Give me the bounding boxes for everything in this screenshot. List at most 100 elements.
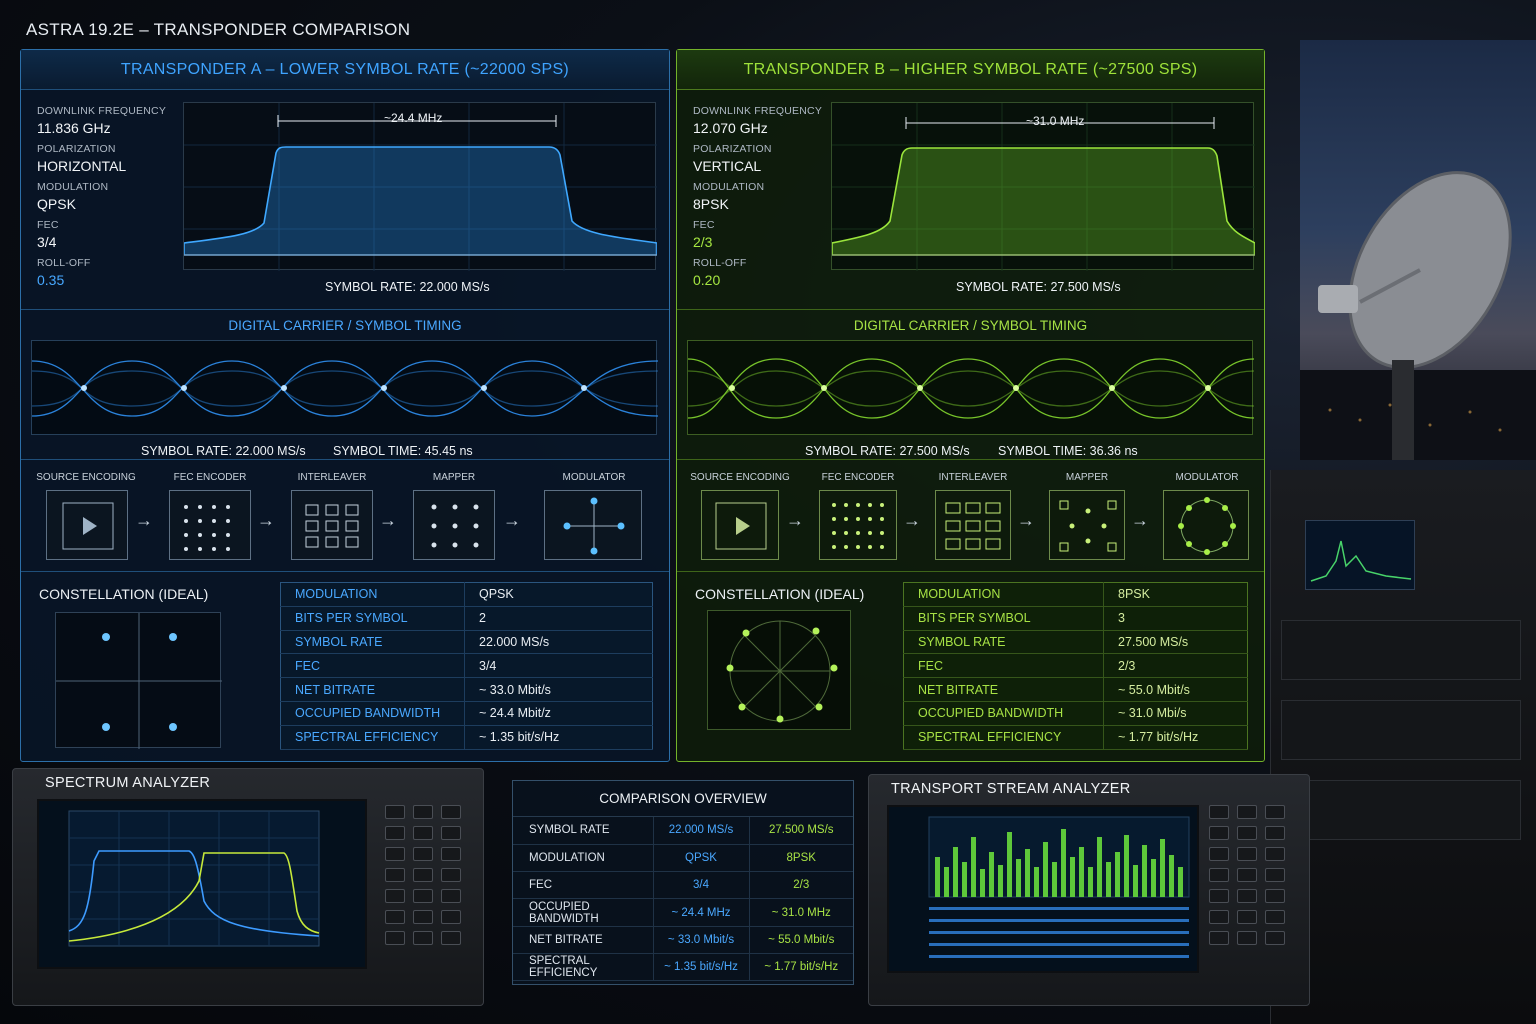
- param-value: 3: [1103, 606, 1248, 631]
- modulator-block: [544, 490, 642, 560]
- keypad-key[interactable]: [1265, 805, 1285, 819]
- bit-grid-icon: [832, 503, 884, 549]
- compare-value-b: ~ 55.0 Mbit/s: [749, 926, 853, 954]
- param-value: ~ 55.0 Mbit/s: [1103, 677, 1248, 702]
- bandwidth-label: ~24.4 MHz: [384, 111, 443, 125]
- keypad-key[interactable]: [385, 826, 405, 840]
- transponder-b-timing-section: DIGITAL CARRIER / SYMBOL TIMING SYMBOL R…: [677, 310, 1264, 460]
- keypad-key[interactable]: [1209, 910, 1229, 924]
- keypad-key[interactable]: [1237, 868, 1257, 882]
- chain-label-modulator: MODULATOR: [1175, 472, 1239, 483]
- chain-arrow-icon: →: [135, 510, 153, 530]
- keypad-key[interactable]: [385, 868, 405, 882]
- keypad-key[interactable]: [1265, 847, 1285, 861]
- spec-label: DOWNLINK FREQUENCY: [693, 105, 823, 117]
- keypad-key[interactable]: [1265, 826, 1285, 840]
- keypad-key[interactable]: [441, 826, 461, 840]
- spectrum-trace-icon: [831, 103, 1256, 271]
- keypad-key[interactable]: [1209, 889, 1229, 903]
- timing-title: DIGITAL CARRIER / SYMBOL TIMING: [228, 318, 462, 333]
- keypad-key[interactable]: [1237, 805, 1257, 819]
- spec-label: POLARIZATION: [693, 143, 772, 155]
- keypad-key[interactable]: [441, 868, 461, 882]
- mapper-block: [1049, 490, 1125, 560]
- fec-value: 3/4: [37, 234, 57, 250]
- transponder-a-spectrum-section: DOWNLINK FREQUENCY 11.836 GHz POLARIZATI…: [21, 90, 669, 310]
- keypad-key[interactable]: [1209, 847, 1229, 861]
- keypad-key[interactable]: [1237, 826, 1257, 840]
- table-row: SYMBOL RATE 27.500 MS/s: [903, 630, 1248, 655]
- keypad-key[interactable]: [1265, 931, 1285, 945]
- keypad-key[interactable]: [1209, 931, 1229, 945]
- compare-value-b: ~ 1.77 bit/s/Hz: [749, 953, 853, 982]
- param-value: 22.000 MS/s: [464, 630, 653, 655]
- keypad-key[interactable]: [1209, 826, 1229, 840]
- param-value: 3/4: [464, 653, 653, 679]
- chain-label-modulator: MODULATOR: [562, 472, 626, 483]
- chain-arrow-icon: →: [903, 510, 921, 530]
- keypad-key[interactable]: [413, 826, 433, 840]
- film-play-icon: [62, 502, 114, 550]
- keypad-key[interactable]: [441, 910, 461, 924]
- interleave-grid-icon: [945, 502, 1001, 550]
- keypad-key[interactable]: [441, 931, 461, 945]
- keypad-key[interactable]: [1237, 931, 1257, 945]
- param-key: SPECTRAL EFFICIENCY: [280, 725, 465, 750]
- keypad-key[interactable]: [1237, 889, 1257, 903]
- keypad-key[interactable]: [385, 931, 405, 945]
- keypad-key[interactable]: [385, 805, 405, 819]
- keypad-key[interactable]: [1265, 910, 1285, 924]
- param-key: BITS PER SYMBOL: [280, 606, 465, 631]
- spec-label: FEC: [693, 219, 715, 231]
- keypad-key[interactable]: [413, 847, 433, 861]
- compare-value-a: 3/4: [653, 871, 750, 900]
- film-play-icon: [715, 502, 767, 550]
- keypad-key[interactable]: [385, 847, 405, 861]
- eye-diagram: [31, 340, 659, 435]
- transponder-b-title: TRANSPONDER B – HIGHER SYMBOL RATE (~275…: [677, 50, 1264, 90]
- keypad-key[interactable]: [1237, 910, 1257, 924]
- keypad-key[interactable]: [385, 889, 405, 903]
- transponder-a-parameter-table: MODULATION QPSK BITS PER SYMBOL 2 SYMBOL R…: [280, 582, 653, 750]
- keypad-key[interactable]: [1237, 847, 1257, 861]
- keypad-key[interactable]: [441, 805, 461, 819]
- transponder-a-signal-chain: SOURCE ENCODING FEC ENCODER INTERLEAVER …: [21, 460, 669, 572]
- keypad-key[interactable]: [1209, 868, 1229, 882]
- keypad-key[interactable]: [1265, 889, 1285, 903]
- table-row: SPECTRAL EFFICIENCY ~ 1.77 bit/s/Hz: [903, 725, 1248, 750]
- param-value: 27.500 MS/s: [1103, 630, 1248, 655]
- table-row: OCCUPIED BANDWIDTH ~ 24.4 Mbit/z: [280, 701, 653, 726]
- timing-symbol-time: SYMBOL TIME: 36.36 ns: [998, 444, 1138, 458]
- transport-analyzer-keypad: [1209, 805, 1285, 945]
- keypad-key[interactable]: [413, 868, 433, 882]
- keypad-key[interactable]: [441, 889, 461, 903]
- transponder-b-specs: DOWNLINK FREQUENCY 12.070 GHz POLARIZATI…: [693, 98, 822, 288]
- param-key: OCCUPIED BANDWIDTH: [903, 701, 1104, 726]
- spec-label: FEC: [37, 219, 59, 231]
- keypad-key[interactable]: [441, 847, 461, 861]
- constellation-title: CONSTELLATION (IDEAL): [695, 586, 865, 602]
- satellite-dish-icon: [1300, 171, 1536, 460]
- keypad-key[interactable]: [1209, 805, 1229, 819]
- transponder-b-parameter-table: MODULATION 8PSK BITS PER SYMBOL 3 SYMBOL R…: [903, 582, 1248, 750]
- keypad-key[interactable]: [413, 889, 433, 903]
- spectrum-analyzer-screen: [37, 799, 367, 969]
- keypad-key[interactable]: [413, 805, 433, 819]
- keypad-key[interactable]: [413, 910, 433, 924]
- modulation-value: 8PSK: [693, 196, 729, 212]
- table-row: SPECTRAL EFFICIENCY ~ 1.35 bit/s/Hz: [280, 725, 653, 750]
- transport-analyzer-title: TRANSPORT STREAM ANALYZER: [891, 781, 1131, 797]
- table-row: FEC 2/3: [903, 653, 1248, 679]
- chain-arrow-icon: →: [1017, 510, 1035, 530]
- chain-arrow-icon: →: [379, 510, 397, 530]
- eye-diagram-icon: [31, 360, 659, 417]
- table-row: MODULATION QPSK: [280, 582, 653, 607]
- keypad-key[interactable]: [413, 931, 433, 945]
- param-value: ~ 24.4 Mbit/z: [464, 701, 653, 726]
- timing-symbol-rate: SYMBOL RATE: 27.500 MS/s: [805, 444, 970, 458]
- table-row: BITS PER SYMBOL 2: [280, 606, 653, 631]
- keypad-key[interactable]: [1265, 868, 1285, 882]
- transponder-a-title: TRANSPONDER A – LOWER SYMBOL RATE (~2200…: [21, 50, 669, 90]
- keypad-key[interactable]: [385, 910, 405, 924]
- table-row: SPECTRAL EFFICIENCY ~ 1.35 bit/s/Hz ~ 1.77…: [513, 953, 853, 982]
